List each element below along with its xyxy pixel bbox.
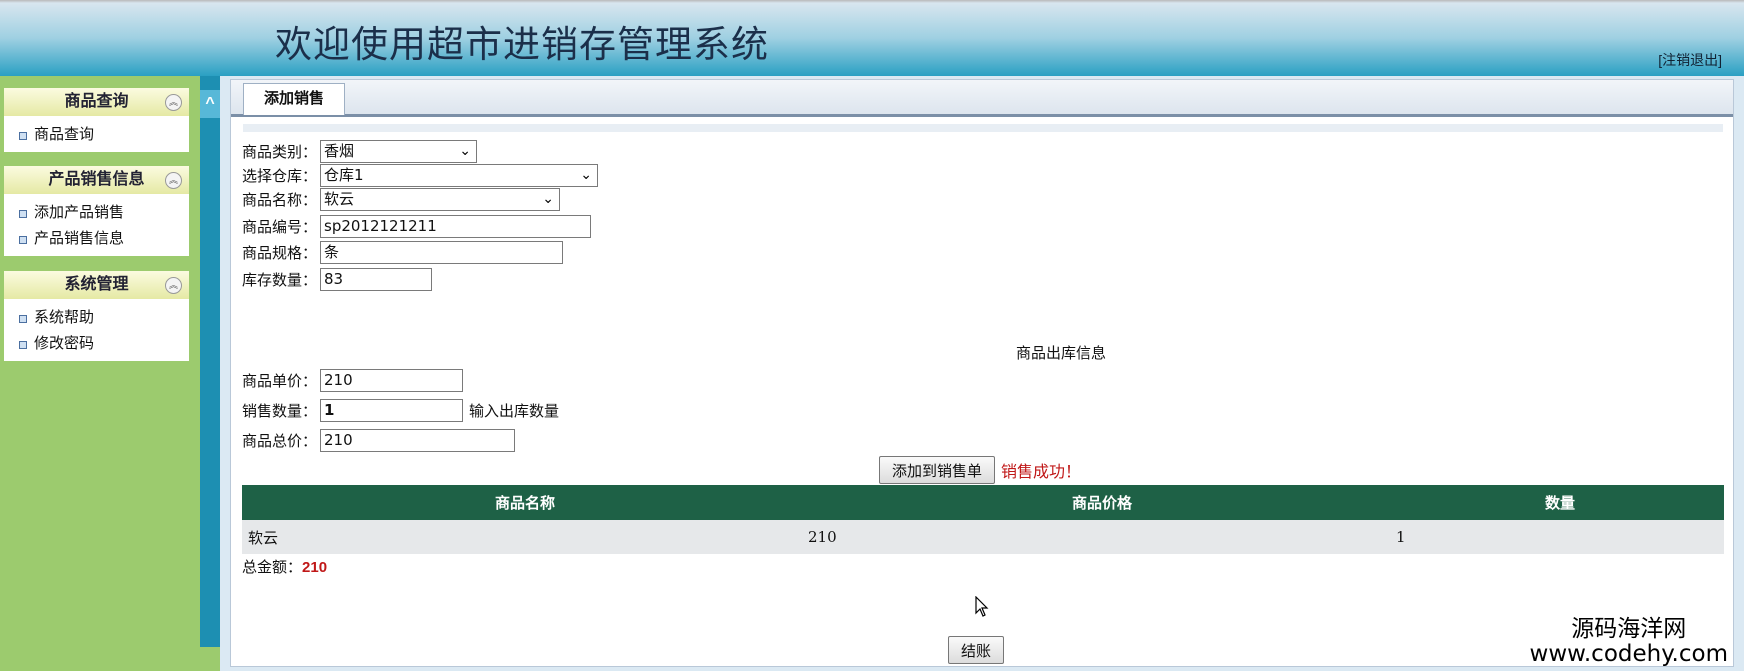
cell-quantity: 1 [1396, 520, 1724, 554]
row-category: 商品类别： 香烟 ⌄ [242, 138, 477, 164]
content-area: 添加销售 商品类别： 香烟 ⌄ 选择仓库： 仓库1 ⌄ 商品名称： 软云 ⌄ 商… [220, 76, 1744, 671]
tab-add-sale[interactable]: 添加销售 [243, 83, 345, 115]
sidebar-item-change-password[interactable]: 修改密码 [4, 331, 189, 357]
warehouse-label: 选择仓库： [242, 167, 318, 185]
table-row: 软云 210 1 [242, 520, 1724, 554]
sidebar-panel-sales-info: 产品销售信息 ︽ 添加产品销售 产品销售信息 [4, 166, 189, 256]
category-select-value[interactable]: 香烟 [320, 139, 477, 163]
quantity-input[interactable]: 1 [320, 398, 463, 422]
tab-bar: 添加销售 [231, 80, 1733, 117]
total-amount-row: 总金额：210 [242, 556, 327, 577]
panel-header[interactable]: 系统管理 ︽ [4, 271, 189, 299]
sidebar-splitter[interactable]: ^ [200, 76, 220, 647]
row-product-code: 商品编号： sp2012121211 [242, 213, 591, 239]
stock-label: 库存数量： [242, 271, 318, 289]
row-total-price: 商品总价： 210 [242, 427, 515, 453]
logout-link[interactable]: [注销退出] [1658, 50, 1722, 70]
add-to-sales-order-button[interactable]: 添加到销售单 [879, 456, 996, 484]
spec-label: 商品规格： [242, 244, 318, 262]
sales-order-table: 商品名称 商品价格 数量 软云 210 1 [242, 485, 1724, 554]
app-title: 欢迎使用超市进销存管理系统 [275, 23, 769, 66]
spec-input[interactable]: 条 [320, 240, 563, 264]
collapse-icon[interactable]: ︽ [165, 277, 182, 294]
sidebar-item-label: 添加产品销售 [34, 204, 125, 221]
panel-title: 商品查询 [64, 93, 129, 110]
row-spec: 商品规格： 条 [242, 239, 563, 265]
table-header-row: 商品名称 商品价格 数量 [242, 485, 1724, 520]
row-product-name: 商品名称： 软云 ⌄ [242, 186, 560, 212]
quantity-label: 销售数量： [242, 402, 318, 420]
sidebar-item-add-sale[interactable]: 添加产品销售 [4, 200, 189, 226]
sidebar-item-label: 系统帮助 [34, 309, 95, 326]
product-name-label: 商品名称： [242, 191, 318, 209]
sidebar-panel-product-query: 商品查询 ︽ 商品查询 [4, 88, 189, 152]
sidebar-item-help[interactable]: 系统帮助 [4, 305, 189, 331]
watermark-line-1: 源码海洋网 [1571, 616, 1687, 642]
total-amount-label: 总金额： [242, 559, 303, 576]
section-divider [243, 124, 1723, 132]
panel-header[interactable]: 商品查询 ︽ [4, 88, 189, 116]
column-header-quantity: 数量 [1396, 485, 1724, 520]
product-code-input[interactable]: sp2012121211 [320, 214, 591, 238]
panel-title: 产品销售信息 [48, 171, 145, 188]
row-warehouse: 选择仓库： 仓库1 ⌄ [242, 162, 598, 188]
cell-product-name: 软云 [242, 520, 808, 554]
stock-input[interactable]: 83 [320, 267, 432, 291]
unit-price-input[interactable]: 210 [320, 368, 463, 392]
bullet-icon [19, 236, 27, 244]
row-stock: 库存数量： 83 [242, 266, 432, 292]
panel-header[interactable]: 产品销售信息 ︽ [4, 166, 189, 194]
collapse-icon[interactable]: ︽ [165, 94, 182, 111]
bullet-icon [19, 132, 27, 140]
panel-title: 系统管理 [64, 276, 129, 293]
cell-product-price: 210 [808, 520, 1396, 554]
watermark: 源码海洋网 www.codehy.com [1530, 609, 1728, 667]
product-code-label: 商品编号： [242, 218, 318, 236]
total-price-input[interactable]: 210 [320, 428, 515, 452]
row-quantity: 销售数量： 1 输入出库数量 [242, 397, 559, 423]
category-label: 商品类别： [242, 143, 318, 161]
column-header-price: 商品价格 [808, 485, 1396, 520]
sidebar-item-label: 产品销售信息 [34, 230, 125, 247]
product-name-select-value[interactable]: 软云 [320, 187, 560, 211]
mouse-pointer-icon [975, 596, 989, 617]
main-panel: 添加销售 商品类别： 香烟 ⌄ 选择仓库： 仓库1 ⌄ 商品名称： 软云 ⌄ 商… [230, 79, 1734, 667]
unit-price-label: 商品单价： [242, 372, 318, 390]
splitter-footer [200, 647, 220, 671]
sidebar-item-sales-info[interactable]: 产品销售信息 [4, 226, 189, 252]
total-amount-value: 210 [302, 559, 328, 576]
sidebar-panel-system: 系统管理 ︽ 系统帮助 修改密码 [4, 271, 189, 361]
header-banner: 欢迎使用超市进销存管理系统 [注销退出] [0, 0, 1744, 76]
sidebar-item-product-query[interactable]: 商品查询 [4, 122, 189, 148]
warehouse-select[interactable]: 仓库1 ⌄ [320, 163, 598, 187]
sidebar-item-label: 修改密码 [34, 335, 95, 352]
outbound-section-title: 商品出库信息 [1015, 345, 1106, 362]
collapse-icon[interactable]: ︽ [165, 172, 182, 189]
total-price-label: 商品总价： [242, 432, 318, 450]
warehouse-select-value[interactable]: 仓库1 [320, 163, 598, 187]
category-select[interactable]: 香烟 ⌄ [320, 139, 477, 163]
bullet-icon [19, 210, 27, 218]
bullet-icon [19, 315, 27, 323]
checkout-button[interactable]: 结账 [948, 636, 1005, 664]
sidebar: 商品查询 ︽ 商品查询 产品销售信息 ︽ 添加产品销售 产品销售信息 系统管理 … [0, 76, 200, 671]
watermark-line-2: www.codehy.com [1529, 641, 1728, 667]
status-message: 销售成功！ [1001, 464, 1082, 481]
sidebar-item-label: 商品查询 [34, 126, 95, 143]
bullet-icon [19, 341, 27, 349]
quantity-hint: 输入出库数量 [469, 402, 560, 420]
row-unit-price: 商品单价： 210 [242, 367, 463, 393]
row-add-action: 添加到销售单 销售成功！ [879, 455, 1081, 485]
column-header-name: 商品名称 [242, 485, 808, 520]
product-name-select[interactable]: 软云 ⌄ [320, 187, 560, 211]
collapse-sidebar-icon[interactable]: ^ [200, 90, 220, 118]
